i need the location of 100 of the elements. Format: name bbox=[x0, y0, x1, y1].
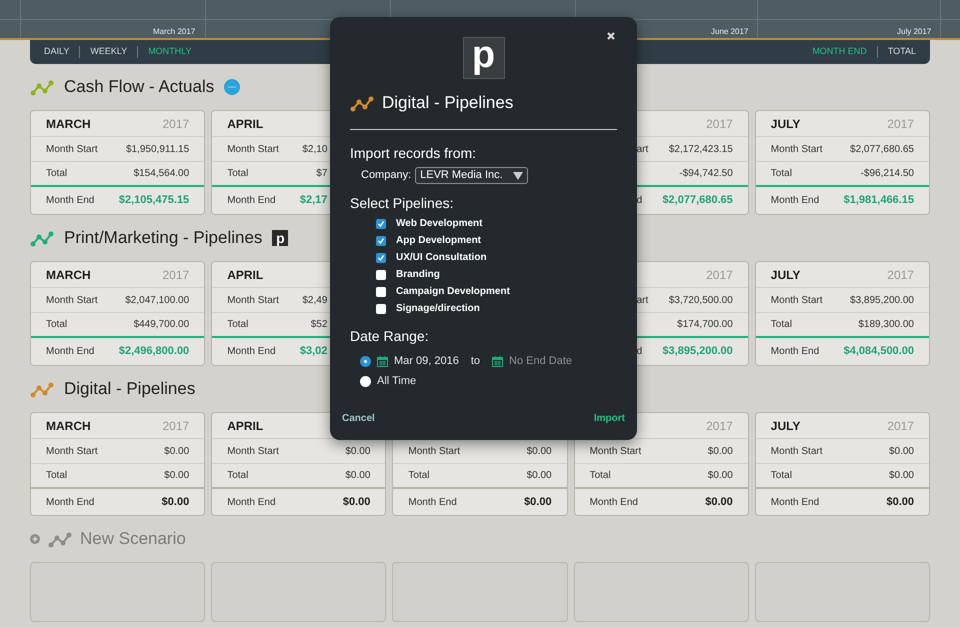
row-label: Total bbox=[770, 470, 792, 481]
end-date-placeholder[interactable]: No End Date bbox=[509, 352, 572, 370]
row-value: $0.00 bbox=[345, 470, 370, 481]
row-label: Month End bbox=[46, 496, 94, 508]
year-label: 2017 bbox=[706, 418, 733, 432]
row-value: $0.00 bbox=[162, 496, 190, 508]
view-tab[interactable]: WEEKLY bbox=[90, 45, 128, 59]
row-label: Month Start bbox=[770, 294, 822, 306]
check-icon bbox=[377, 220, 385, 228]
start-date[interactable]: Mar 09, 2016 bbox=[394, 352, 459, 370]
row-label: Month Start bbox=[227, 294, 279, 306]
row-label: Month Start bbox=[770, 144, 822, 154]
row-label: Month End bbox=[770, 346, 820, 356]
trend-line-icon bbox=[48, 530, 72, 548]
row-label: Month Start bbox=[590, 446, 642, 456]
row-label: Month Start bbox=[770, 446, 822, 456]
row-value: $0.00 bbox=[888, 446, 914, 456]
row-label: Month End bbox=[227, 346, 276, 356]
row-value: $0.00 bbox=[888, 470, 914, 481]
row-value: $0.00 bbox=[708, 470, 733, 481]
row-value: $0.00 bbox=[345, 446, 370, 456]
row-value: $3,895,200.00 bbox=[850, 294, 914, 306]
row-value: $7 bbox=[316, 168, 328, 179]
row-label: Month Start bbox=[46, 446, 98, 456]
row-value: $2,047,100.00 bbox=[125, 294, 190, 306]
row-label: Month End bbox=[46, 346, 94, 356]
row-label: Month End bbox=[227, 194, 276, 206]
row-label: Total bbox=[46, 168, 68, 179]
row-label: Total bbox=[227, 470, 248, 481]
axis-label: July 2017 bbox=[897, 28, 932, 36]
year-label: 2017 bbox=[706, 268, 733, 282]
row-label: Month End bbox=[770, 496, 820, 508]
row-value: $0.00 bbox=[524, 496, 552, 508]
section-heading: Import records from: bbox=[350, 144, 478, 162]
checkbox[interactable] bbox=[376, 252, 386, 262]
view-tab[interactable]: TOTAL bbox=[888, 45, 916, 59]
year-label: 2017 bbox=[887, 116, 914, 130]
row-value: $0.00 bbox=[342, 496, 370, 508]
section-title: Cash Flow - Actuals bbox=[64, 76, 214, 98]
view-tab[interactable]: MONTHLY bbox=[148, 45, 192, 59]
section-title: New Scenario bbox=[80, 528, 186, 550]
calendar-icon bbox=[492, 356, 504, 366]
view-tab[interactable]: MONTH END bbox=[812, 45, 867, 59]
row-label: Total bbox=[46, 470, 68, 481]
row-value: $2,105,475.15 bbox=[118, 194, 190, 206]
row-value: $0.00 bbox=[705, 496, 733, 508]
checkbox[interactable] bbox=[376, 304, 386, 314]
row-label: Month Start bbox=[46, 294, 98, 306]
checkbox[interactable] bbox=[376, 270, 386, 280]
dialog-title: Digital - Pipelines bbox=[382, 92, 514, 114]
company-dropdown[interactable]: LEVR Media Inc. bbox=[415, 167, 528, 184]
row-value: $3,02 bbox=[300, 344, 328, 357]
year-label: 2017 bbox=[162, 116, 190, 130]
checkbox-label: Branding bbox=[396, 268, 440, 282]
checkbox[interactable] bbox=[376, 218, 386, 228]
row-value: $1,950,911.15 bbox=[126, 144, 190, 154]
row-value: -$94,742.50 bbox=[679, 168, 733, 179]
row-value: $3,895,200.00 bbox=[662, 344, 733, 357]
close-button[interactable] bbox=[605, 30, 617, 42]
add-icon bbox=[30, 534, 40, 544]
checkbox-label: UX/UI Consultation bbox=[396, 251, 487, 265]
year-label: 2017 bbox=[887, 418, 914, 432]
row-label: Total bbox=[770, 319, 792, 330]
checkbox-label: Web Development bbox=[396, 217, 482, 231]
check-icon bbox=[377, 254, 385, 262]
month-name: APRIL bbox=[227, 418, 264, 432]
row-value: $174,700.00 bbox=[677, 319, 733, 330]
radio-button[interactable] bbox=[360, 376, 371, 386]
row-value: $2,077,680.65 bbox=[850, 144, 914, 154]
month-name: MARCH bbox=[46, 116, 91, 130]
row-label: Total bbox=[227, 168, 248, 179]
date-separator: to bbox=[470, 354, 480, 369]
row-value: $2,496,800.00 bbox=[118, 344, 190, 357]
row-value: $4,084,500.00 bbox=[844, 344, 914, 357]
row-label: Month End bbox=[770, 194, 820, 206]
row-label: Month Start bbox=[46, 144, 98, 154]
checkbox[interactable] bbox=[376, 286, 386, 296]
row-value: $2,10 bbox=[302, 144, 328, 154]
row-label: Month Start bbox=[227, 446, 279, 456]
row-label: Total bbox=[227, 319, 248, 330]
radio-button[interactable] bbox=[360, 356, 371, 366]
row-label: Month End bbox=[227, 496, 276, 508]
year-label: 2017 bbox=[887, 268, 914, 282]
row-label: d bbox=[636, 346, 642, 356]
row-value: $449,700.00 bbox=[134, 319, 190, 330]
section-title: Print/Marketing - Pipelines bbox=[64, 227, 262, 250]
view-tab[interactable]: DAILY bbox=[44, 45, 70, 59]
month-name: MARCH bbox=[46, 268, 91, 282]
caret-icon bbox=[512, 172, 523, 180]
logo-badge: p bbox=[272, 230, 288, 246]
globe-badge-icon bbox=[224, 79, 240, 95]
radio-label: All Time bbox=[377, 374, 416, 389]
month-name: JULY bbox=[770, 116, 800, 130]
cancel-button[interactable]: Cancel bbox=[342, 411, 375, 426]
row-value: $1,981,466.15 bbox=[844, 194, 914, 206]
row-label: Total bbox=[408, 470, 430, 481]
checkbox[interactable] bbox=[376, 236, 386, 246]
import-button[interactable]: Import bbox=[594, 411, 625, 426]
row-value: $189,300.00 bbox=[858, 319, 914, 330]
row-value: $52 bbox=[310, 319, 328, 330]
